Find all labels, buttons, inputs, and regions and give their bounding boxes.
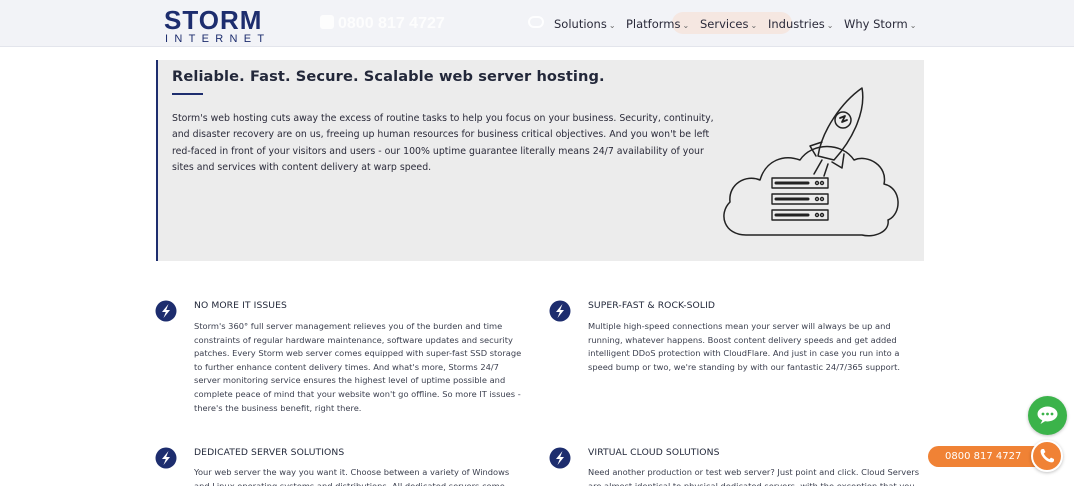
hero-description: Storm's web hosting cuts away the excess… (172, 113, 714, 174)
feature-title: VIRTUAL CLOUD SOLUTIONS (588, 447, 720, 458)
chat-icon[interactable] (528, 16, 544, 28)
phone-icon (320, 15, 334, 29)
header-phone-number: 0800 817 4727 (338, 15, 445, 32)
storm-bolt-icon (549, 447, 571, 469)
header-phone-link[interactable]: 0800 817 4727 (320, 14, 445, 34)
storm-internet-logo[interactable]: STORM INTERNET (164, 5, 276, 45)
hero-title: Reliable. Fast. Secure. Scalable web ser… (172, 68, 605, 85)
feature-description: Storm's 360° full server management reli… (194, 321, 522, 413)
site-header: STORM INTERNET 0800 817 4727 Solutions ⌄ … (0, 0, 1074, 47)
phone-icon (1040, 449, 1054, 463)
nav-item-services[interactable]: Services ⌄ (700, 16, 757, 32)
nav-item-why-storm[interactable]: Why Storm ⌄ (844, 16, 916, 32)
call-button[interactable] (1031, 440, 1063, 472)
feature-title: NO MORE IT ISSUES (194, 300, 287, 311)
nav-item-solutions[interactable]: Solutions ⌄ (554, 16, 616, 32)
logo-wordmark: STORM (164, 5, 263, 35)
nav-label: Solutions (554, 17, 607, 31)
nav-item-industries[interactable]: Industries ⌄ (768, 16, 833, 32)
title-underline (172, 93, 203, 95)
storm-bolt-icon (549, 300, 571, 322)
nav-label: Platforms (626, 17, 681, 31)
feature-title: SUPER-FAST & ROCK-SOLID (588, 300, 716, 311)
rocket-cloud-server-icon (723, 87, 899, 237)
storm-bolt-icon (155, 447, 177, 469)
live-chat-button[interactable] (1028, 396, 1067, 435)
feature-description: Multiple high-speed connections mean you… (588, 321, 901, 372)
feature-description: Need another production or test web serv… (588, 467, 920, 486)
feature-description: Your web server the way you want it. Cho… (194, 467, 510, 486)
chat-bubble-icon (1037, 406, 1058, 424)
chevron-down-icon: ⌄ (608, 21, 616, 30)
nav-item-platforms[interactable]: Platforms ⌄ (626, 16, 689, 32)
storm-bolt-icon (155, 300, 177, 322)
hero-accent-bar (156, 60, 158, 261)
logo-subtitle: INTERNET (165, 33, 271, 45)
nav-label: Why Storm (844, 17, 908, 31)
nav-label: Industries (768, 17, 825, 31)
call-us-label[interactable]: 0800 817 4727 (928, 446, 1048, 467)
feature-title: DEDICATED SERVER SOLUTIONS (194, 447, 345, 458)
chevron-down-icon: ⌄ (826, 21, 834, 30)
nav-label: Services (700, 17, 749, 31)
hero-section: Reliable. Fast. Secure. Scalable web ser… (156, 60, 924, 261)
chevron-down-icon: ⌄ (682, 21, 690, 30)
chevron-down-icon: ⌄ (909, 21, 917, 30)
chevron-down-icon: ⌄ (750, 21, 758, 30)
